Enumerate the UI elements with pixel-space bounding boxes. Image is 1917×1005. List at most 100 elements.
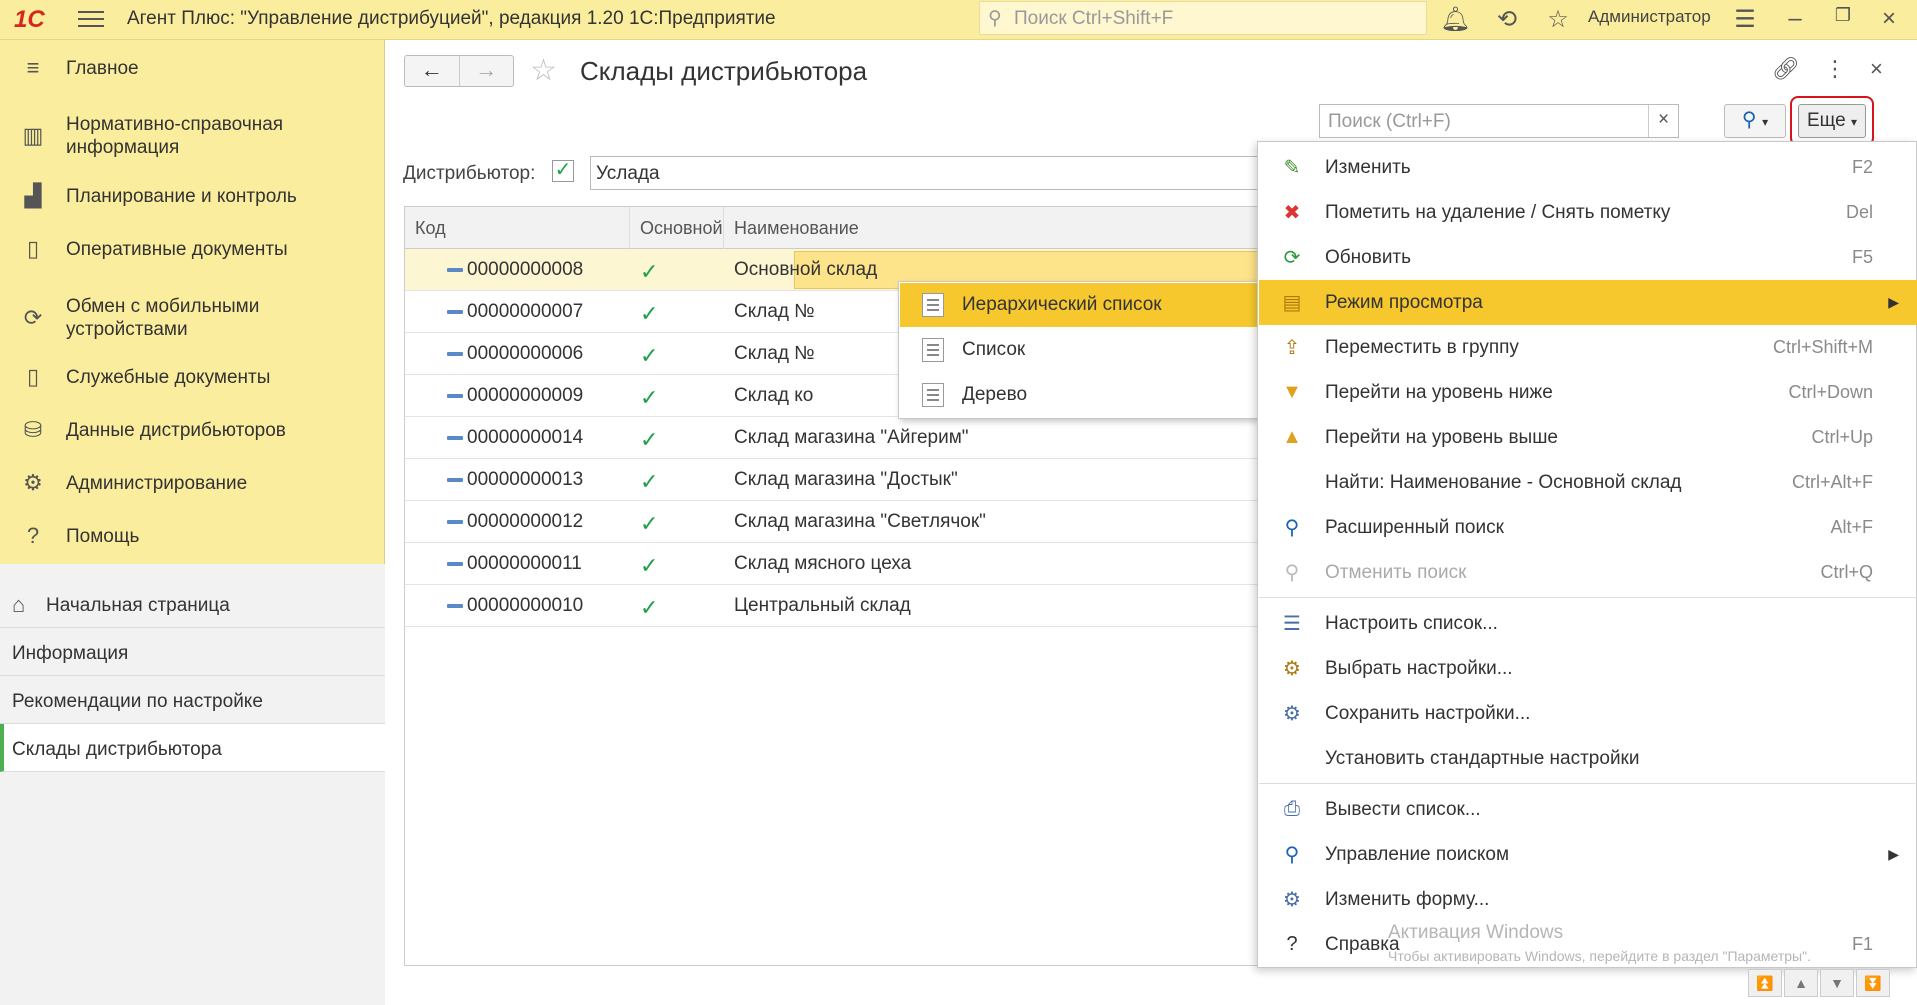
sidebar-item-reference[interactable]: ▥ Нормативно-справочная информация xyxy=(0,106,385,166)
column-main[interactable]: Основной xyxy=(630,207,724,249)
column-code[interactable]: Код xyxy=(405,207,630,249)
menu-item-print-list[interactable]: ⎙ Вывести список... xyxy=(1259,787,1917,832)
home-icon: ⌂ xyxy=(12,592,26,617)
global-search-input[interactable]: ⚲ Поиск Ctrl+Shift+F xyxy=(979,1,1427,35)
sidebar-item-administration[interactable]: ⚙ Администрирование xyxy=(0,463,385,503)
menu-item-level-up[interactable]: ▲ Перейти на уровень выше Ctrl+Up xyxy=(1259,415,1917,460)
link-icon[interactable]: 🔗︎ xyxy=(1772,56,1800,82)
menu-item-change-form[interactable]: ⚙ Изменить форму... xyxy=(1259,877,1917,922)
delete-mark-icon: ✖ xyxy=(1283,202,1301,224)
menu-item-standard-settings[interactable]: Установить стандартные настройки xyxy=(1259,736,1917,781)
menu-item-cancel-search[interactable]: ⚲ Отменить поиск Ctrl+Q xyxy=(1259,550,1917,595)
submenu-item-list[interactable]: Список xyxy=(900,328,1257,372)
pencil-icon: ✎ xyxy=(1283,157,1301,179)
menu-item-move-to-group[interactable]: ⇪ Переместить в группу Ctrl+Shift+M xyxy=(1259,325,1917,370)
menu-item-refresh[interactable]: ⟳ Обновить F5 xyxy=(1259,235,1917,280)
forward-arrow-icon[interactable]: → xyxy=(458,56,514,86)
scroll-bottom-icon[interactable]: ⏬ xyxy=(1856,969,1890,997)
settings-menu-icon[interactable]: ☰ xyxy=(1730,5,1760,34)
submenu-item-tree[interactable]: Дерево xyxy=(900,373,1257,417)
minimize-icon[interactable]: – xyxy=(1780,5,1810,33)
star-icon[interactable]: ☆ xyxy=(1543,5,1573,34)
view-mode-submenu: Иерархический список Список Дерево xyxy=(898,281,1258,419)
form-close-icon[interactable]: × xyxy=(1870,56,1883,82)
bell-icon[interactable]: 🔔︎ xyxy=(1440,5,1470,34)
search-button[interactable]: ⚲ ▾ xyxy=(1724,104,1786,138)
scroll-top-icon[interactable]: ⏫ xyxy=(1748,969,1782,997)
main-check-icon: ✓ xyxy=(640,301,659,326)
menu-item-configure-list[interactable]: ☰ Настроить список... xyxy=(1259,601,1917,646)
menu-item-save-settings[interactable]: ⚙ Сохранить настройки... xyxy=(1259,691,1917,736)
refresh-icon: ⟳ xyxy=(1283,247,1301,269)
scroll-down-icon[interactable]: ▼ xyxy=(1820,969,1854,997)
menu-item-edit[interactable]: ✎ Изменить F2 xyxy=(1259,145,1917,190)
menu-item-view-mode[interactable]: ▤ Режим просмотра ▶ xyxy=(1259,280,1917,325)
kebab-menu-icon[interactable]: ⋮ xyxy=(1824,56,1846,82)
sidebar-item-operational-docs[interactable]: ▯ Оперативные документы xyxy=(0,229,385,269)
scroll-up-icon[interactable]: ▲ xyxy=(1784,969,1818,997)
menu-item-level-down[interactable]: ▼ Перейти на уровень ниже Ctrl+Down xyxy=(1259,370,1917,415)
cancel-search-icon: ⚲ xyxy=(1284,562,1300,584)
user-name[interactable]: Администратор xyxy=(1588,7,1711,27)
tree-icon xyxy=(922,383,944,407)
list-icon xyxy=(922,293,944,317)
title-bar: 1С Агент Плюс: "Управление дистрибуцией"… xyxy=(0,0,1917,40)
hamburger-menu-icon[interactable] xyxy=(78,6,104,32)
sidebar-item-planning[interactable]: ▟ Планирование и контроль xyxy=(0,176,385,216)
service-docs-icon: ▯ xyxy=(26,364,40,389)
favorite-star-icon[interactable]: ☆ xyxy=(530,53,557,88)
window-home-page[interactable]: ⌂ Начальная страница xyxy=(0,580,385,628)
sidebar-item-service-docs[interactable]: ▯ Служебные документы xyxy=(0,357,385,397)
app-title: Агент Плюс: "Управление дистрибуцией", р… xyxy=(127,8,776,29)
sidebar: ≡ Главное ▥ Нормативно-справочная информац… xyxy=(0,40,385,1005)
submenu-arrow-icon: ▶ xyxy=(1888,846,1899,862)
distributor-field[interactable]: Услада xyxy=(590,156,1290,190)
nav-buttons: ← → xyxy=(404,55,514,87)
form-settings-icon: ⚙ xyxy=(1283,889,1301,911)
sync-icon: ⟳ xyxy=(23,305,43,330)
window-setup-recommendations[interactable]: Рекомендации по настройке xyxy=(0,676,385,724)
app-logo: 1С xyxy=(14,6,45,33)
menu-item-find-name[interactable]: Найти: Наименование - Основной склад Ctrl… xyxy=(1259,460,1917,505)
clear-search-icon[interactable]: × xyxy=(1648,105,1678,137)
main-check-icon: ✓ xyxy=(640,427,659,452)
list-icon xyxy=(922,338,944,362)
close-icon[interactable]: × xyxy=(1874,5,1904,33)
more-button[interactable]: Еще ▾ xyxy=(1798,104,1866,138)
window-information[interactable]: Информация xyxy=(0,628,385,676)
main-check-icon: ✓ xyxy=(640,595,659,620)
menu-separator xyxy=(1259,783,1917,784)
folder-down-icon: ▼ xyxy=(1282,381,1302,403)
menu-item-mark-delete[interactable]: ✖ Пометить на удаление / Снять пометку Del xyxy=(1259,190,1917,235)
window-distributor-warehouses[interactable]: Склады дистрибьютора xyxy=(0,724,385,772)
sidebar-item-distributor-data[interactable]: ⛁ Данные дистрибьюторов xyxy=(0,410,385,450)
help-icon: ? xyxy=(26,523,40,548)
main-check-icon: ✓ xyxy=(640,343,659,368)
menu-separator xyxy=(1259,597,1917,598)
help-icon: ? xyxy=(1286,933,1298,955)
main-check-icon: ✓ xyxy=(640,511,659,536)
menu-item-search-management[interactable]: ⚲ Управление поиском ▶ xyxy=(1259,832,1917,877)
sidebar-item-help[interactable]: ? Помощь xyxy=(0,516,385,556)
history-icon[interactable]: ⟲ xyxy=(1492,5,1522,34)
page-title: Склады дистрибьютора xyxy=(580,56,868,86)
more-highlight: Еще ▾ xyxy=(1790,96,1874,146)
main-check-icon: ✓ xyxy=(640,553,659,578)
sidebar-item-main[interactable]: ≡ Главное xyxy=(0,48,385,88)
back-arrow-icon[interactable]: ← xyxy=(405,56,459,86)
gear-icon: ⚙ xyxy=(23,470,43,495)
list-search-input[interactable]: Поиск (Ctrl+F) × xyxy=(1319,104,1679,138)
main-check-icon: ✓ xyxy=(640,385,659,410)
choose-settings-icon: ⚙ xyxy=(1283,658,1301,680)
database-icon: ⛁ xyxy=(23,417,43,442)
search-icon: ⚲ xyxy=(1284,844,1300,866)
submenu-item-hierarchical-list[interactable]: Иерархический список xyxy=(900,283,1257,327)
printer-icon: ⎙ xyxy=(1284,798,1300,820)
menu-item-choose-settings[interactable]: ⚙ Выбрать настройки... xyxy=(1259,646,1917,691)
folder-list-icon: ▤ xyxy=(1282,292,1302,314)
distributor-checkbox[interactable]: ✓ xyxy=(552,160,574,182)
sidebar-item-mobile-exchange[interactable]: ⟳ Обмен с мобильными устройствами xyxy=(0,288,385,348)
menu-item-advanced-search[interactable]: ⚲ Расширенный поиск Alt+F xyxy=(1259,505,1917,550)
main-check-icon: ✓ xyxy=(640,259,659,284)
restore-icon[interactable]: ❐ xyxy=(1828,5,1858,26)
